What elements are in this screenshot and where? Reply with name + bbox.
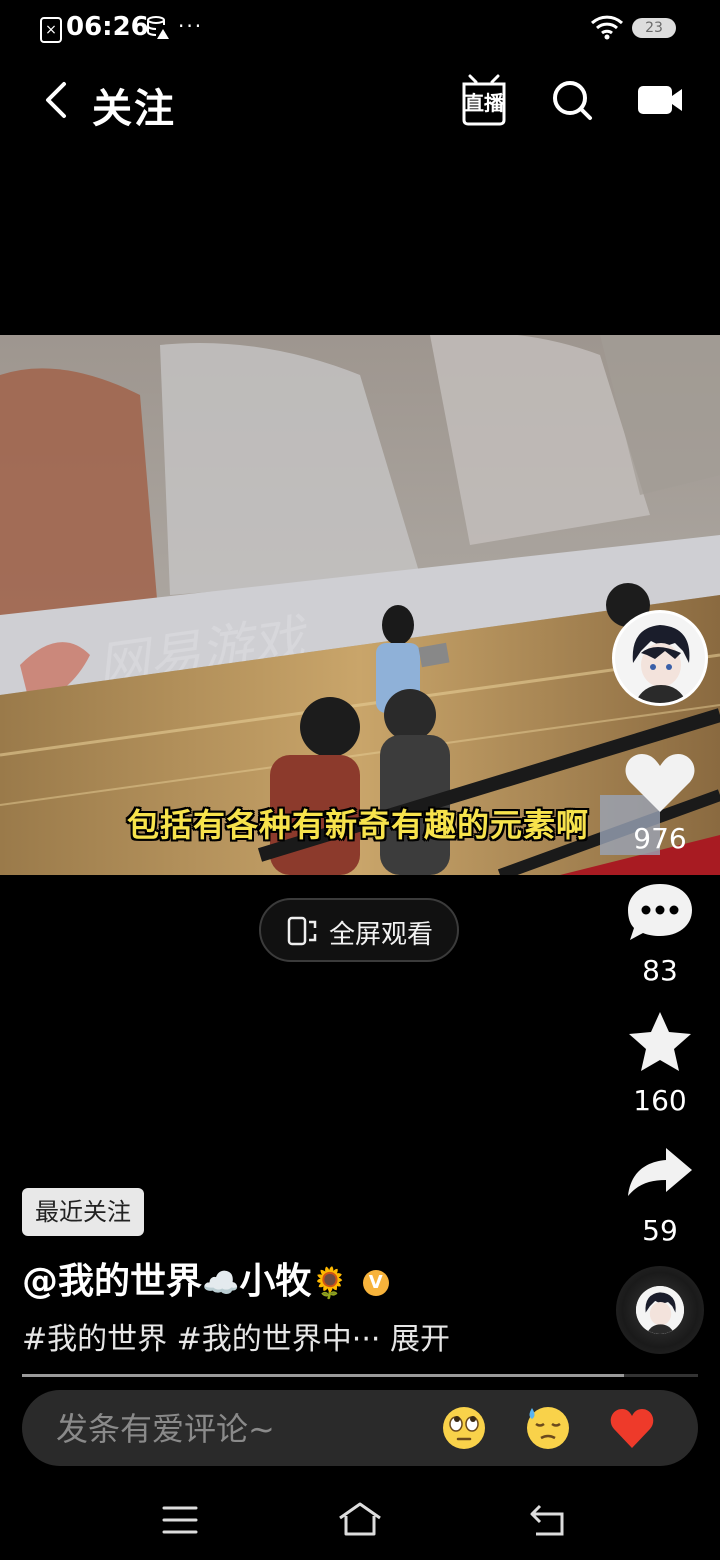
comment-count: 83 bbox=[642, 954, 678, 987]
system-nav-bar bbox=[0, 1480, 720, 1560]
post-description[interactable]: #我的世界 #我的世界中··· 展开 bbox=[22, 1314, 450, 1358]
eye-roll-emoji-icon[interactable] bbox=[440, 1404, 488, 1452]
database-icon bbox=[147, 16, 169, 39]
menu-icon[interactable] bbox=[156, 1498, 204, 1542]
wifi-icon bbox=[590, 15, 624, 40]
comment-icon[interactable] bbox=[620, 882, 700, 946]
author-name-part1: @我的世界 bbox=[22, 1261, 203, 1302]
status-bar: × 06:26 ··· 23 bbox=[0, 0, 720, 60]
live-icon: 直播 bbox=[462, 74, 506, 126]
notification-icon: × bbox=[40, 17, 62, 43]
verified-badge-icon: V bbox=[362, 1270, 389, 1296]
page-title: 关注 bbox=[92, 86, 176, 132]
sunflower-emoji: 🌻 bbox=[311, 1266, 349, 1301]
rotate-screen-icon bbox=[287, 916, 317, 946]
heart-emoji-icon[interactable] bbox=[608, 1404, 656, 1452]
home-icon[interactable] bbox=[336, 1498, 384, 1542]
disc-avatar-image bbox=[636, 1286, 684, 1334]
music-disc-cover bbox=[636, 1286, 684, 1334]
favorite-star-icon[interactable] bbox=[620, 1010, 700, 1074]
video-frame: 网易游戏 bbox=[0, 335, 720, 875]
share-arrow-icon[interactable] bbox=[620, 1144, 700, 1200]
battery-indicator: 23 bbox=[632, 18, 676, 38]
avatar-image bbox=[615, 613, 705, 703]
comment-input[interactable] bbox=[54, 1408, 418, 1450]
back-nav-icon[interactable] bbox=[524, 1498, 572, 1542]
fullscreen-label: 全屏观看 bbox=[329, 920, 434, 950]
favorite-count: 160 bbox=[633, 1084, 687, 1117]
camera-icon[interactable] bbox=[636, 82, 684, 118]
author-name-part2: 小牧 bbox=[239, 1261, 312, 1302]
status-more: ··· bbox=[178, 14, 204, 38]
author-name[interactable]: @我的世界☁️小牧🌻 V bbox=[22, 1252, 389, 1304]
video-player[interactable]: 网易游戏 bbox=[0, 335, 720, 875]
fullscreen-button[interactable]: 全屏观看 bbox=[259, 898, 459, 962]
search-icon[interactable] bbox=[550, 78, 594, 122]
sweat-emoji-icon[interactable] bbox=[524, 1404, 572, 1452]
live-button[interactable]: 直播 bbox=[460, 74, 508, 126]
comment-bar bbox=[22, 1390, 698, 1466]
video-progress-bar[interactable] bbox=[22, 1374, 698, 1377]
share-count: 59 bbox=[642, 1214, 678, 1247]
progress-fill bbox=[22, 1374, 624, 1377]
author-avatar[interactable] bbox=[612, 610, 708, 706]
svg-text:直播: 直播 bbox=[464, 91, 505, 115]
status-time: 06:26 bbox=[66, 12, 149, 42]
subtitle-text: 包括有各种有新奇有趣的元素啊 bbox=[126, 806, 589, 844]
music-disc[interactable] bbox=[616, 1266, 704, 1354]
recent-follow-tag: 最近关注 bbox=[22, 1188, 144, 1236]
video-subtitle: 包括有各种有新奇有趣的元素啊 bbox=[0, 800, 720, 846]
back-icon[interactable] bbox=[36, 78, 80, 122]
cloud-emoji: ☁️ bbox=[202, 1266, 240, 1301]
